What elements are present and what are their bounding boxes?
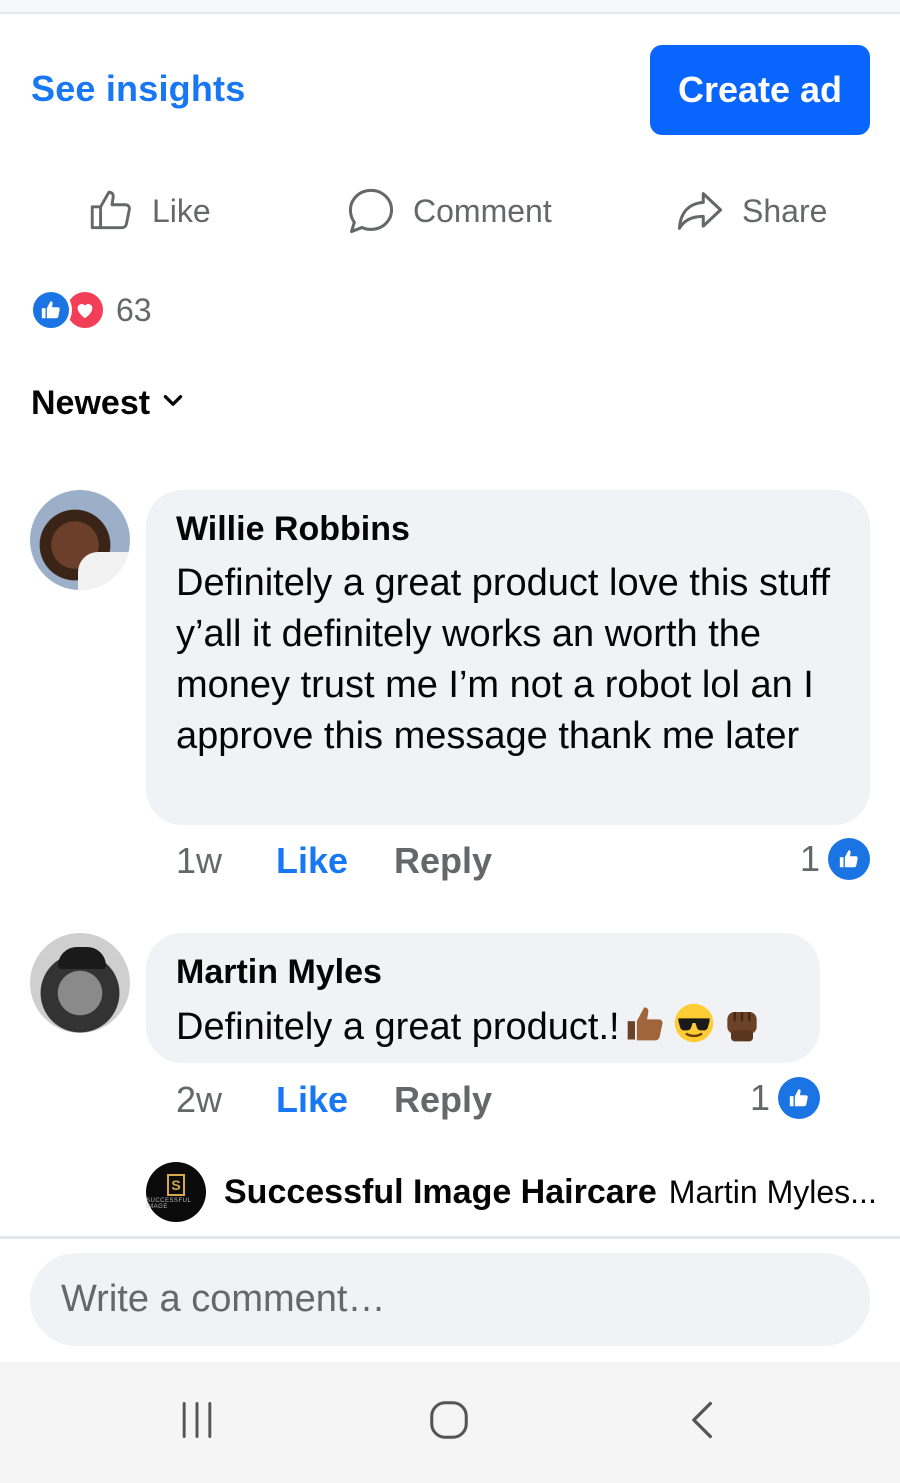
reactions-summary[interactable]: 63: [30, 288, 152, 332]
raised-fist-emoji-icon: [720, 1001, 764, 1045]
comment-reply-button[interactable]: Reply: [394, 1079, 492, 1121]
comment-text: Definitely a great product love this stu…: [176, 562, 831, 757]
composer-divider: [0, 1236, 900, 1239]
comment-bubble[interactable]: Martin Myles Definitely a great product.…: [146, 933, 820, 1063]
comment-reaction-count: 1: [750, 1077, 771, 1118]
reply-author: Successful Image Haircare: [224, 1172, 657, 1211]
comment-reaction-count: 1: [800, 838, 821, 879]
comment-timestamp[interactable]: 1w: [176, 840, 276, 882]
recent-apps-icon: [175, 1398, 219, 1447]
post-action-bar: Like Comment Share: [0, 175, 900, 247]
comment-button[interactable]: Comment: [345, 175, 552, 247]
comment-input[interactable]: Write a comment…: [30, 1253, 870, 1346]
reply-preview[interactable]: S SUCCESSFUL IMAGE Successful Image Hair…: [146, 1162, 877, 1222]
like-label: Like: [152, 192, 211, 229]
recent-apps-button[interactable]: [162, 1392, 232, 1452]
avatar-photo-detail: [78, 552, 130, 590]
share-button[interactable]: Share: [674, 175, 827, 247]
like-reaction-icon: [778, 1077, 821, 1119]
comment-bubble-icon: [345, 185, 397, 237]
system-navigation-bar: [0, 1362, 900, 1483]
comment-label: Comment: [413, 192, 552, 229]
sunglasses-emoji-icon: [672, 1001, 716, 1045]
back-button[interactable]: [668, 1392, 738, 1452]
avatar[interactable]: [30, 490, 130, 590]
create-ad-button[interactable]: Create ad: [650, 45, 870, 135]
comment-bubble[interactable]: Willie Robbins Definitely a great produc…: [146, 490, 870, 825]
share-arrow-icon: [674, 185, 726, 237]
comment-actions: 1w Like Reply: [176, 836, 492, 886]
back-chevron-icon: [681, 1398, 725, 1447]
reply-snippet: Martin Myles...: [668, 1173, 877, 1210]
like-reaction-icon: [828, 838, 871, 880]
page-avatar[interactable]: S SUCCESSFUL IMAGE: [146, 1162, 206, 1222]
comment-like-button[interactable]: Like: [276, 840, 394, 882]
comment-reply-button[interactable]: Reply: [394, 840, 492, 882]
thumbs-up-emoji-icon: [624, 1001, 668, 1045]
comment-author[interactable]: Martin Myles: [176, 951, 790, 993]
reaction-count: 63: [116, 291, 152, 328]
comment-text: Definitely a great product.!: [176, 1006, 620, 1048]
chevron-down-icon: [160, 384, 186, 423]
comment-input-placeholder: Write a comment…: [61, 1278, 386, 1320]
avatar-photo-detail: [58, 947, 106, 969]
see-insights-link[interactable]: See insights: [31, 68, 245, 110]
share-label: Share: [742, 192, 828, 229]
avatar[interactable]: [30, 933, 130, 1033]
like-reaction-icon: [30, 289, 72, 331]
top-divider: [0, 0, 900, 14]
comment-timestamp[interactable]: 2w: [176, 1079, 276, 1121]
thumbs-up-icon: [86, 186, 136, 236]
page-logo-text: SUCCESSFUL IMAGE: [146, 1198, 192, 1210]
comment-text-row: Definitely a great product.!: [176, 1001, 790, 1053]
home-button[interactable]: [414, 1392, 484, 1452]
home-icon: [426, 1397, 472, 1448]
like-button[interactable]: Like: [86, 175, 211, 247]
page-logo: S: [167, 1174, 185, 1196]
sort-label: Newest: [31, 384, 151, 422]
comment-author[interactable]: Willie Robbins: [176, 508, 840, 550]
comment-actions: 2w Like Reply: [176, 1075, 492, 1125]
sort-dropdown[interactable]: Newest: [31, 384, 186, 423]
comment-reaction-badge[interactable]: 1: [750, 1076, 821, 1120]
comment-like-button[interactable]: Like: [276, 1079, 394, 1121]
comment-reaction-badge[interactable]: 1: [800, 837, 871, 881]
